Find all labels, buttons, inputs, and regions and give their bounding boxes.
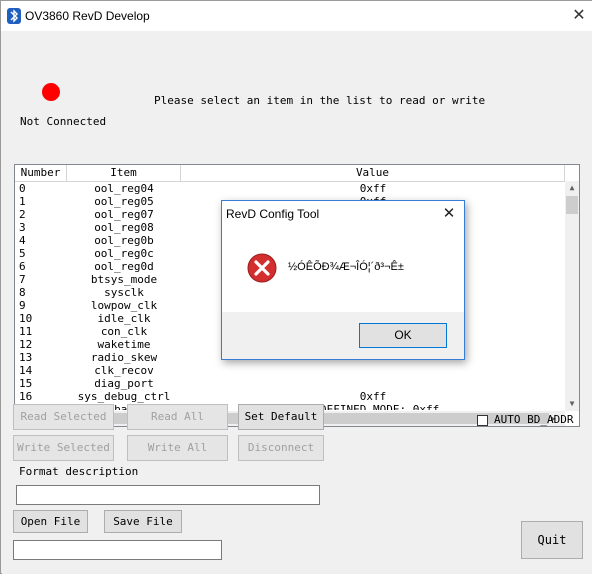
row-value: 0xff bbox=[359, 182, 387, 195]
row-item: ool_reg04 bbox=[94, 182, 154, 195]
row-number: 6 bbox=[19, 260, 26, 273]
table-row[interactable]: 15 diag_port bbox=[15, 377, 565, 390]
bluetooth-icon bbox=[7, 8, 21, 24]
row-item: ool_reg05 bbox=[94, 195, 154, 208]
ok-button[interactable]: OK bbox=[359, 323, 447, 348]
row-item: diag_port bbox=[94, 377, 154, 390]
table-row[interactable]: 16 sys_debug_ctrl 0xff bbox=[15, 390, 565, 403]
row-number: 9 bbox=[19, 299, 26, 312]
row-item: ool_reg0d bbox=[94, 260, 154, 273]
auto-bd-addr-label: AUTO BD_ADDR bbox=[494, 413, 574, 426]
title-bar[interactable]: OV3860 RevD Develop ✕ bbox=[1, 1, 593, 31]
table-row[interactable]: 14 clk_recov bbox=[15, 364, 565, 377]
write-all-button[interactable]: Write All bbox=[127, 435, 228, 461]
set-default-button[interactable]: Set Default bbox=[238, 404, 324, 430]
row-number: 3 bbox=[19, 221, 26, 234]
row-item: ool_reg0b bbox=[94, 234, 154, 247]
row-item: radio_skew bbox=[90, 351, 158, 364]
row-item: con_clk bbox=[100, 325, 148, 338]
quit-button[interactable]: Quit bbox=[521, 521, 583, 559]
table-row[interactable]: 0 ool_reg04 0xff bbox=[15, 182, 565, 195]
dialog-message: ½ÓÊÕÐ¾Æ¬ÎÓ¦´ð³¬Ê± bbox=[288, 261, 404, 273]
row-value: 0xff bbox=[359, 390, 387, 403]
row-item: sys_debug_ctrl bbox=[77, 390, 171, 403]
column-header-number[interactable]: Number bbox=[15, 165, 67, 181]
error-icon bbox=[247, 253, 277, 283]
scroll-up-icon[interactable]: ▲ bbox=[565, 181, 579, 195]
row-number: 15 bbox=[19, 377, 33, 390]
read-all-button[interactable]: Read All bbox=[127, 404, 228, 430]
row-number: 11 bbox=[19, 325, 33, 338]
row-item: clk_recov bbox=[94, 364, 154, 377]
row-number: 16 bbox=[19, 390, 33, 403]
format-description-field[interactable] bbox=[16, 485, 320, 505]
format-description-label: Format description bbox=[19, 465, 139, 478]
vertical-scrollbar[interactable]: ▲ ▼ bbox=[565, 181, 579, 411]
window-title: OV3860 RevD Develop bbox=[25, 9, 150, 23]
main-window: OV3860 RevD Develop ✕ Not Connected Plea… bbox=[0, 0, 593, 574]
dialog-footer: OK bbox=[222, 312, 464, 359]
connection-status-indicator bbox=[42, 83, 60, 101]
row-item: lowpow_clk bbox=[90, 299, 158, 312]
save-file-button[interactable]: Save File bbox=[104, 510, 182, 533]
row-number: 2 bbox=[19, 208, 26, 221]
row-number: 1 bbox=[19, 195, 26, 208]
read-selected-button[interactable]: Read Selected bbox=[13, 404, 114, 430]
row-item: idle_clk bbox=[97, 312, 151, 325]
row-number: 4 bbox=[19, 234, 26, 247]
dialog-title: RevD Config Tool bbox=[226, 207, 320, 221]
scroll-down-icon[interactable]: ▼ bbox=[565, 397, 579, 411]
row-number: 0 bbox=[19, 182, 26, 195]
row-item: btsys_mode bbox=[90, 273, 158, 286]
row-item: ool_reg08 bbox=[94, 221, 154, 234]
row-number: 10 bbox=[19, 312, 33, 325]
row-number: 12 bbox=[19, 338, 33, 351]
open-file-button[interactable]: Open File bbox=[13, 510, 88, 533]
row-number: 14 bbox=[19, 364, 33, 377]
window-close-button[interactable]: ✕ bbox=[567, 6, 591, 26]
column-header-item[interactable]: Item bbox=[67, 165, 181, 181]
row-number: 7 bbox=[19, 273, 26, 286]
instruction-text: Please select an item in the list to rea… bbox=[154, 94, 486, 107]
disconnect-button[interactable]: Disconnect bbox=[238, 435, 324, 461]
row-number: 8 bbox=[19, 286, 26, 299]
connection-status-text: Not Connected bbox=[20, 115, 107, 128]
error-dialog[interactable]: RevD Config Tool ✕ ½ÓÊÕÐ¾Æ¬ÎÓ¦´ð³¬Ê± OK bbox=[221, 200, 465, 360]
row-item: waketime bbox=[97, 338, 151, 351]
row-number: 13 bbox=[19, 351, 33, 364]
column-header-value[interactable]: Value bbox=[181, 165, 565, 181]
write-selected-button[interactable]: Write Selected bbox=[13, 435, 114, 461]
auto-bd-addr-checkbox[interactable] bbox=[477, 415, 488, 426]
row-item: sysclk bbox=[104, 286, 144, 299]
row-item: ool_reg07 bbox=[94, 208, 154, 221]
table-header: Number Item Value bbox=[15, 165, 579, 182]
row-number: 5 bbox=[19, 247, 26, 260]
vertical-scroll-thumb[interactable] bbox=[566, 196, 578, 214]
row-item: ool_reg0c bbox=[94, 247, 154, 260]
dialog-close-button[interactable]: ✕ bbox=[438, 204, 460, 224]
file-path-field[interactable] bbox=[13, 540, 222, 560]
